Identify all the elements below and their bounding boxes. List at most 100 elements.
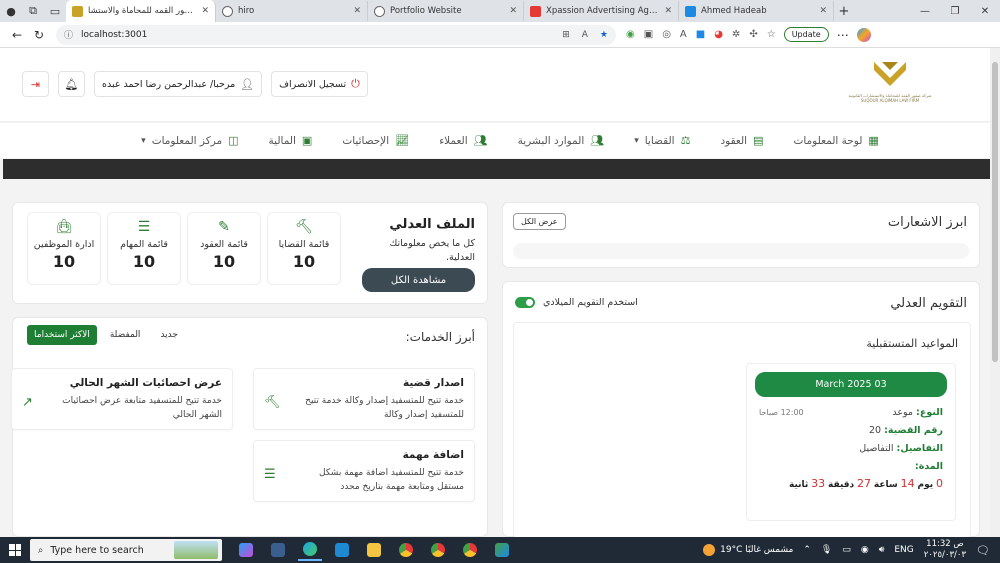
chrome-app-icon[interactable] — [394, 539, 418, 561]
service-card-add-task[interactable]: اضافة مهمة خدمة تتيح للمتسفيد اضافة مهمة… — [253, 440, 475, 502]
chrome-app-icon[interactable] — [458, 539, 482, 561]
favorites-icon[interactable]: ☆ — [767, 29, 776, 40]
exit-arrow-icon: ⇥ — [30, 77, 41, 91]
network-icon[interactable]: ◉ — [861, 545, 869, 555]
tasks-icon: ☰ — [264, 467, 276, 482]
gregorian-toggle-label: استخدم التقويم الميلادي — [543, 297, 638, 308]
close-tab-icon[interactable]: ✕ — [353, 6, 361, 16]
exit-button[interactable]: ⇥ — [22, 71, 49, 97]
refresh-icon[interactable]: ↻ — [28, 28, 50, 42]
display-icon[interactable]: ▭ — [842, 545, 851, 555]
stat-cases[interactable]: 🔨︎ قائمة القضايا 10 — [267, 212, 341, 285]
nav-item-hr[interactable]: 👥︎ الموارد البشرية — [518, 134, 605, 147]
workspaces-icon[interactable]: ⧉ — [22, 0, 44, 22]
edge-app-icon[interactable] — [298, 539, 322, 561]
service-card-issue-case[interactable]: اصدار قضية خدمة تتيح للمتسفيد إصدار وكال… — [253, 368, 475, 430]
clock[interactable]: 11:32 ص ٢٠٢٥/٠٣/٠٣ — [924, 539, 966, 561]
language-indicator[interactable]: ENG — [894, 545, 913, 555]
new-tab-icon[interactable]: + — [834, 4, 854, 19]
file-explorer-app-icon[interactable] — [362, 539, 386, 561]
page-scrollbar[interactable] — [990, 48, 1000, 537]
site-favicon-icon — [530, 5, 541, 17]
back-arrow-icon[interactable]: ← — [6, 28, 28, 42]
extension-icon[interactable]: ◎ — [662, 29, 671, 40]
browser-tab[interactable]: Xpassion Advertising Agency ✕ — [524, 1, 679, 21]
read-aloud-icon[interactable]: A — [582, 30, 588, 40]
view-all-button[interactable]: مشاهدة الكل — [362, 268, 475, 292]
extension-icon[interactable]: ◕ — [714, 29, 723, 40]
sun-icon — [703, 544, 716, 556]
nav-item-finance[interactable]: ▣ المالية — [269, 134, 313, 147]
notifications-button[interactable]: 🔔︎ — [58, 71, 85, 97]
app-available-icon[interactable]: ⊞ — [562, 30, 570, 40]
judicial-file-title: الملف العدلي — [389, 217, 475, 232]
nav-item-dashboard[interactable]: ▦ لوحة المعلومات — [793, 134, 878, 147]
tab-most-used[interactable]: الاكثر استخداما — [27, 325, 97, 345]
favorite-star-icon[interactable]: ★ — [600, 30, 608, 40]
chrome-app-icon[interactable] — [426, 539, 450, 561]
stat-contracts[interactable]: ✎ قائمة العقود 10 — [187, 212, 261, 285]
company-logo[interactable]: شركة صقور القمة للمحاماة والاستشارات الق… — [840, 58, 940, 110]
close-window-icon[interactable]: ✕ — [970, 6, 1000, 17]
tab-actions-icon[interactable]: ▭ — [44, 0, 66, 22]
browser-tab[interactable]: hiro ✕ — [216, 1, 368, 21]
profile-avatar-icon[interactable]: ● — [0, 0, 22, 22]
url-input[interactable]: ⓘ localhost:3001 ⊞ A ★ — [56, 24, 616, 45]
greeting-text: مرحبا/ عبدالرحمن رضا احمد عبده — [102, 78, 236, 90]
stat-tasks[interactable]: ☰ قائمة المهام 10 — [107, 212, 181, 285]
notifications-list — [513, 243, 969, 259]
start-button[interactable] — [0, 544, 30, 556]
service-card-monthly-stats[interactable]: عرض احصائيات الشهر الحالي خدمة تتيح للمت… — [11, 368, 233, 430]
gregorian-toggle[interactable] — [515, 297, 535, 308]
terminal-app-icon[interactable] — [266, 539, 290, 561]
scrollbar-thumb[interactable] — [992, 62, 998, 362]
close-tab-icon[interactable]: ✕ — [664, 6, 672, 16]
tab-new[interactable]: جديد — [153, 325, 185, 345]
site-favicon-icon — [685, 5, 696, 17]
chevron-down-icon: ▾ — [634, 135, 639, 146]
extension-icon[interactable]: ■ — [696, 29, 705, 40]
nav-item-info-center[interactable]: ◫ مركز المعلومات ▾ — [141, 134, 238, 147]
stat-employees[interactable]: 👜︎ ادارة الموظفين 10 — [27, 212, 101, 285]
contracts-icon: ▤ — [753, 134, 764, 147]
copilot-app-icon[interactable] — [234, 539, 258, 561]
weather-widget[interactable]: 19°C مشمس غالبًا — [703, 544, 793, 556]
nav-item-cases[interactable]: ⚖ القضايا ▾ — [634, 134, 690, 147]
browser-tab[interactable]: Ahmed Hadeab ✕ — [679, 1, 834, 21]
nav-item-contracts[interactable]: ▤ العقود — [720, 134, 763, 147]
chevron-up-icon[interactable]: ⌃ — [803, 545, 811, 555]
bell-icon: 🔔︎ — [64, 77, 79, 91]
copilot-icon[interactable] — [856, 27, 871, 42]
tab-favorites[interactable]: المفضلة — [102, 325, 148, 345]
maximize-icon[interactable]: ❐ — [940, 6, 970, 17]
extension-icon[interactable]: ◉ — [626, 29, 635, 40]
appointment-card[interactable]: March 2025 03 النوع: موعد 12:00 صباحا رق… — [746, 363, 956, 521]
appointment-date: March 2025 03 — [755, 372, 947, 397]
extension-icon[interactable]: ✲ — [732, 29, 740, 40]
microphone-icon[interactable]: 🎙︎ — [821, 545, 832, 555]
close-tab-icon[interactable]: ✕ — [819, 6, 827, 16]
volume-icon[interactable]: 🔊︎ — [879, 545, 885, 555]
taskbar-search-input[interactable]: ⌕ Type here to search — [30, 539, 222, 561]
notification-center-icon[interactable]: 🗨︎ — [976, 544, 990, 557]
extension-icon[interactable]: ▣ — [644, 29, 653, 40]
user-greeting-button[interactable]: 👤︎ مرحبا/ عبدالرحمن رضا احمد عبده — [94, 71, 263, 97]
notifications-view-all-button[interactable]: عرض الكل — [513, 213, 566, 230]
close-tab-icon[interactable]: ✕ — [201, 6, 209, 16]
nav-item-clients[interactable]: 👥︎ العملاء — [439, 134, 487, 147]
minimize-icon[interactable]: — — [910, 6, 940, 17]
extensions-puzzle-icon[interactable]: ✣ — [749, 29, 757, 40]
services-title: أبرز الخدمات: — [405, 330, 475, 344]
close-tab-icon[interactable]: ✕ — [509, 6, 517, 16]
judicial-file-card: الملف العدلي كل ما يخص معلوماتك العدلية.… — [12, 202, 488, 304]
logout-button[interactable]: ⏻ تسجيل الانصراف — [271, 71, 368, 97]
vscode-app-icon[interactable] — [330, 539, 354, 561]
more-menu-icon[interactable]: ⋯ — [837, 28, 849, 42]
update-button[interactable]: Update — [783, 27, 829, 42]
browser-tab[interactable]: Portfolio Website ✕ — [368, 1, 524, 21]
app-icon[interactable] — [490, 539, 514, 561]
trend-icon: ↗ — [22, 395, 33, 410]
browser-tab[interactable]: شركة صقور القمه للمحاماة والاستشا ✕ — [66, 0, 216, 22]
nav-item-statistics[interactable]: 📈︎ الإحصائيات — [342, 134, 409, 147]
extension-icon[interactable]: A — [680, 29, 687, 40]
